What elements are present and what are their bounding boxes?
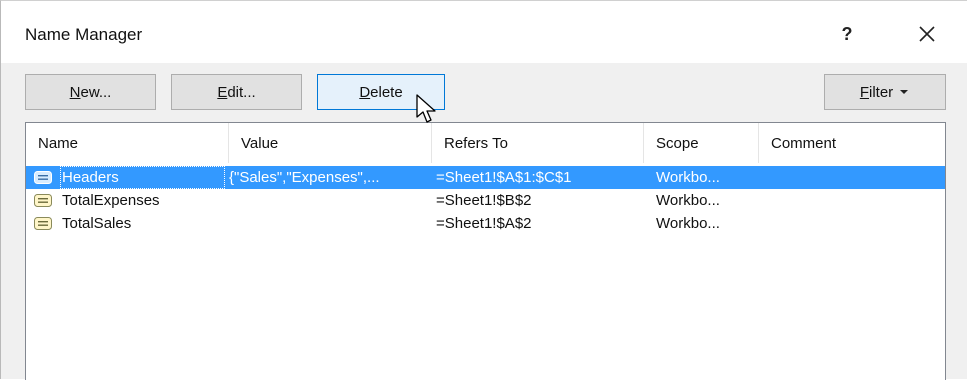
delete-button-label: Delete — [359, 83, 403, 101]
row-name: Headers — [60, 166, 225, 189]
defined-name-icon — [34, 217, 52, 230]
table-row[interactable]: Headers {"Sales","Expenses",... =Sheet1!… — [26, 166, 945, 189]
row-value — [229, 212, 429, 235]
title-bar: Name Manager ? — [1, 1, 967, 63]
filter-button[interactable]: Filter — [824, 74, 946, 110]
close-icon — [919, 26, 935, 42]
new-button[interactable]: New... — [25, 74, 156, 110]
close-button[interactable] — [907, 19, 947, 49]
new-button-label: New... — [69, 83, 112, 101]
column-header-refers-to[interactable]: Refers To — [432, 123, 644, 163]
row-refers-to: =Sheet1!$B$2 — [436, 192, 532, 209]
row-value: {"Sales","Expenses",... — [229, 169, 380, 186]
row-scope: Workbo... — [656, 215, 720, 232]
help-button[interactable]: ? — [827, 19, 867, 49]
table-row[interactable]: TotalExpenses =Sheet1!$B$2 Workbo... — [26, 189, 945, 212]
row-refers-to: =Sheet1!$A$1:$C$1 — [436, 169, 572, 186]
table-row[interactable]: TotalSales =Sheet1!$A$2 Workbo... — [26, 212, 945, 235]
row-value — [229, 189, 429, 212]
defined-name-icon — [34, 171, 52, 184]
column-header-name[interactable]: Name — [26, 123, 229, 163]
list-header: Name Value Refers To Scope Comment — [26, 123, 945, 163]
filter-button-label: Filter — [859, 83, 894, 101]
names-list[interactable]: Name Value Refers To Scope Comment Heade… — [25, 122, 946, 380]
row-scope: Workbo... — [656, 192, 720, 209]
column-header-comment[interactable]: Comment — [759, 123, 945, 163]
row-refers-to: =Sheet1!$A$2 — [436, 215, 532, 232]
edit-button-label: Edit... — [217, 83, 256, 101]
edit-button[interactable]: Edit... — [171, 74, 302, 110]
row-name: TotalSales — [62, 215, 132, 232]
column-header-value[interactable]: Value — [229, 123, 432, 163]
dialog-title: Name Manager — [25, 25, 143, 44]
defined-name-icon — [34, 194, 52, 207]
row-name: TotalExpenses — [62, 192, 160, 209]
row-scope: Workbo... — [656, 169, 720, 186]
mouse-pointer-icon — [416, 94, 436, 123]
column-header-scope[interactable]: Scope — [644, 123, 759, 163]
caret-down-icon — [900, 90, 909, 94]
row-comment — [771, 189, 941, 212]
name-manager-dialog: Name Manager ? New... Edit... Delete Fil… — [0, 0, 967, 380]
row-comment — [771, 212, 941, 235]
row-comment — [771, 166, 941, 189]
